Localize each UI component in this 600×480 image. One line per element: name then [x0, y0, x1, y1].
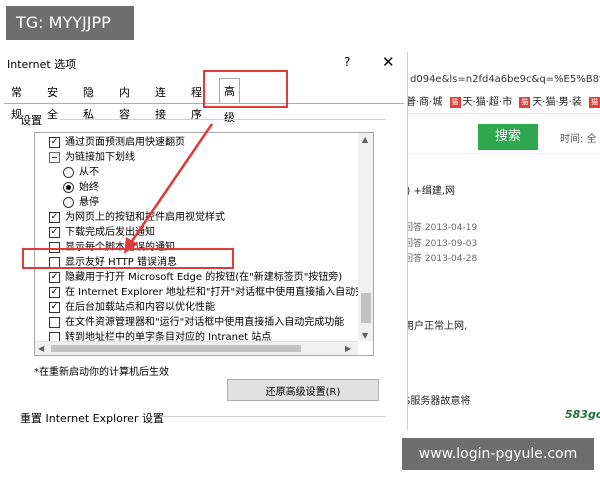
scroll-left-icon[interactable]: ◀ — [38, 344, 44, 353]
checkbox[interactable]: ✓ — [49, 302, 60, 313]
bookmark-2[interactable]: 天·猫·超·市 — [463, 97, 513, 108]
horizontal-scroll-thumb[interactable] — [51, 345, 301, 352]
folder-icon — [49, 152, 60, 163]
result-row-1: 回答 2013-04-19 — [404, 223, 478, 233]
search-button[interactable]: 搜索 — [478, 124, 538, 150]
time-filter[interactable]: 时间: 全 — [560, 130, 597, 145]
tmall-icon: 猫 — [519, 96, 531, 108]
restart-note: *在重新启动你的计算机后生效 — [34, 367, 169, 378]
close-button[interactable]: ✕ — [382, 53, 395, 71]
checkbox[interactable]: ✓ — [49, 272, 60, 283]
tab-content[interactable]: 内容 — [115, 82, 134, 121]
highlight-box-tab — [203, 70, 288, 108]
restore-advanced-settings-button[interactable]: 还原高级设置(R) — [227, 379, 379, 401]
result-snippet-3: S服务器故意将 — [404, 396, 471, 407]
checkbox[interactable]: ✓ — [49, 137, 60, 148]
scroll-down-icon[interactable]: ▼ — [362, 331, 368, 340]
radio-button[interactable] — [63, 167, 74, 178]
result-snippet-2: 用户正常上网, — [404, 321, 468, 332]
background-browser: d094e&ls=n2fd4a6be9c&q=%E5%B8% 普·商·城 猫天·… — [400, 52, 600, 430]
vertical-scroll-thumb[interactable] — [361, 293, 371, 323]
scroll-right-icon[interactable]: ▶ — [345, 344, 351, 353]
result-row-3: 回答 2013-04-28 — [404, 254, 478, 264]
watermark-bottom: www.login-pgyule.com — [402, 438, 594, 470]
tab-general[interactable]: 常规 — [7, 82, 26, 121]
settings-list[interactable]: ✓ 通过页面预测启用快速翻页 为链接加下划线 从不 始终 悬停 ✓ 为网页上的按… — [34, 132, 374, 356]
result-row-2: 回答 2013-09-03 — [404, 239, 478, 249]
search-bar: 搜索 时间: 全 — [400, 122, 600, 154]
settings-label: 设置 — [20, 114, 42, 127]
internet-options-dialog: Internet 选项 ? ✕ 常规 安全 隐私 内容 连接 程序 高级 设置 … — [0, 52, 408, 430]
tmall-icon: 猫 — [589, 96, 600, 108]
checkbox[interactable]: ✓ — [49, 287, 60, 298]
reset-ie-label: 重置 Internet Explorer 设置 — [20, 412, 164, 425]
checkbox[interactable]: ✓ — [49, 212, 60, 223]
tab-security[interactable]: 安全 — [43, 82, 62, 121]
bookmark-1[interactable]: 普·商·城 — [406, 97, 442, 108]
site-logo: 583go.com — [565, 408, 600, 421]
tab-connections[interactable]: 连接 — [151, 82, 170, 121]
highlight-box-option — [22, 248, 234, 269]
watermark-top: TG: MYYJJPP — [6, 6, 134, 40]
address-bar[interactable]: d094e&ls=n2fd4a6be9c&q=%E5%B8% — [400, 68, 600, 92]
result-snippet-1: 9) +缉建,网 — [400, 186, 455, 197]
bookmark-3[interactable]: 天·猫·男·装 — [532, 97, 582, 108]
bookmarks-bar: 普·商·城 猫天·猫·超·市 猫天·猫·男·装 猫天 — [400, 92, 600, 114]
tmall-icon: 猫 — [449, 96, 461, 108]
settings-divider — [60, 119, 386, 120]
radio-button[interactable] — [63, 197, 74, 208]
checkbox[interactable]: ✓ — [49, 227, 60, 238]
scroll-up-icon[interactable]: ▲ — [362, 135, 368, 144]
reset-divider — [160, 416, 386, 417]
checkbox[interactable] — [49, 317, 60, 328]
dialog-title: Internet 选项 — [7, 58, 77, 71]
radio-button[interactable] — [63, 182, 74, 193]
tab-privacy[interactable]: 隐私 — [79, 82, 98, 121]
help-button[interactable]: ? — [344, 55, 350, 69]
